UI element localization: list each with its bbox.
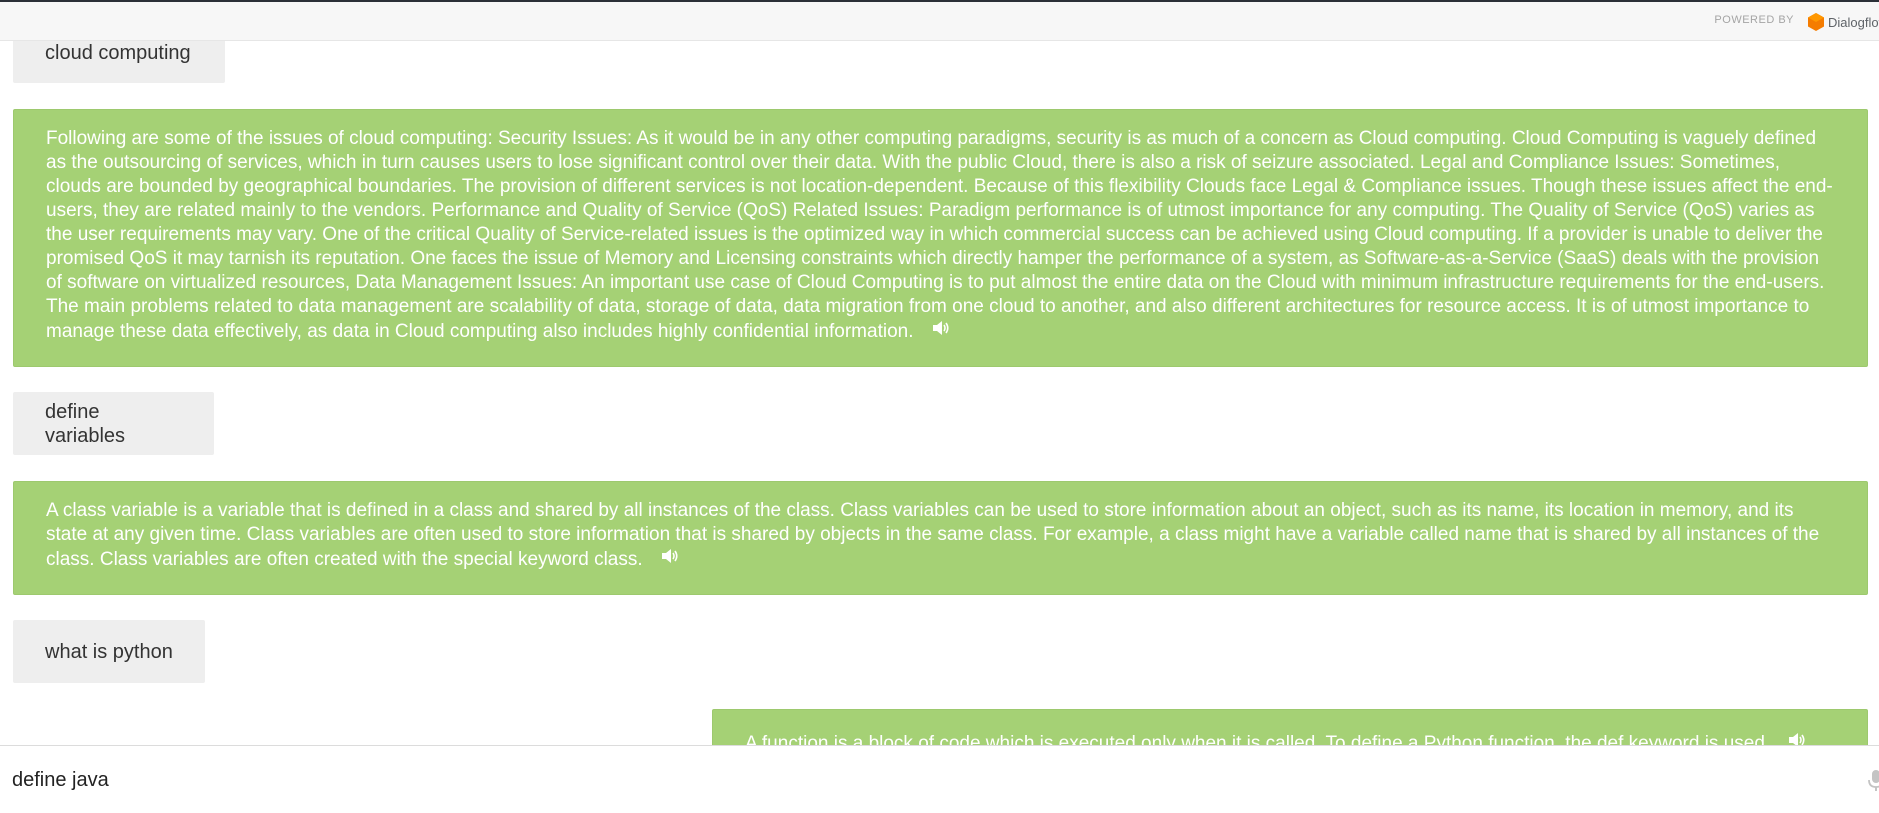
user-message-text: what is python — [45, 640, 173, 663]
dialogflow-brand[interactable]: Dialogflow — [1808, 12, 1879, 32]
bot-message-text: A function is a block of code which is e… — [745, 733, 1771, 745]
user-message: define variables — [13, 392, 214, 455]
dialogflow-logo-icon — [1808, 13, 1824, 31]
user-message: what is python — [13, 620, 205, 683]
speaker-icon[interactable] — [1788, 731, 1806, 745]
chat-header: POWERED BY Dialogflow — [0, 2, 1879, 41]
brand-name: Dialogflow — [1828, 14, 1879, 30]
bot-message: A class variable is a variable that is d… — [13, 481, 1868, 595]
powered-by-label: POWERED BY — [1714, 14, 1794, 26]
message-input-bar — [0, 745, 1879, 813]
bot-message: Following are some of the issues of clou… — [13, 109, 1868, 367]
bot-message-text: Following are some of the issues of clou… — [46, 128, 1833, 342]
microphone-icon[interactable] — [1868, 770, 1879, 792]
speaker-icon[interactable] — [661, 547, 679, 563]
speaker-icon[interactable] — [932, 319, 950, 335]
bot-message: A function is a block of code which is e… — [712, 709, 1868, 745]
bot-message-text: A class variable is a variable that is d… — [46, 500, 1820, 570]
user-message-text: define variables — [45, 400, 126, 447]
query-input[interactable] — [12, 766, 1832, 794]
user-message-text: cloud computing — [45, 42, 191, 64]
chat-message-list[interactable]: cloud computing Following are some of th… — [0, 0, 1879, 745]
